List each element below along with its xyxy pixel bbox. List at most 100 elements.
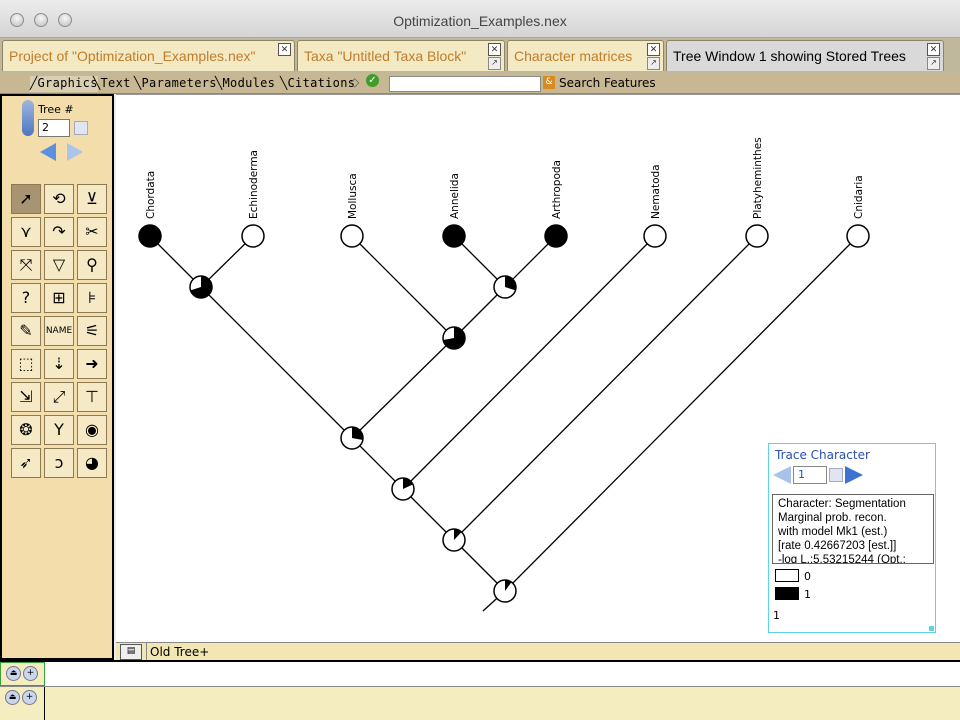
diamond-icon[interactable]: ◇ <box>350 75 359 89</box>
tab-tree-window-label: Tree Window 1 showing Stored Trees <box>673 48 906 64</box>
tip-node-arthropoda[interactable] <box>544 224 568 248</box>
close-icon[interactable]: ✕ <box>278 43 291 56</box>
select-clade-tool-icon[interactable]: ⬚ <box>11 349 41 379</box>
collapse-icon[interactable]: ⏏ <box>5 690 20 705</box>
internal-node[interactable] <box>442 326 466 350</box>
popout-icon[interactable]: ↗ <box>647 57 660 70</box>
interchange-tool-icon[interactable]: ⤧ <box>11 250 41 280</box>
tip-node-mollusca[interactable] <box>340 224 364 248</box>
blue-arrow-tool-icon[interactable]: ➶ <box>11 448 41 478</box>
tab-character-matrices[interactable]: Character matrices ✕ ↗ <box>507 40 664 71</box>
tab-taxa-label: Taxa "Untitled Taxa Block" <box>304 48 467 64</box>
badge-tool-icon[interactable]: ◉ <box>77 415 107 445</box>
internal-node[interactable] <box>493 275 517 299</box>
taxon-label-mollusca[interactable]: Mollusca <box>347 173 359 219</box>
rotate-branch-tool-icon[interactable]: ⟲ <box>44 184 74 214</box>
move-branch-tool-icon[interactable]: ⇣ <box>44 349 74 379</box>
log-controls: ⏏ + <box>0 687 45 720</box>
legend-swatch-0 <box>775 569 799 582</box>
taxon-label-nematoda[interactable]: Nematoda <box>650 164 662 219</box>
trace-tool-icon[interactable]: ↄ <box>44 448 74 478</box>
next-tree-arrow-icon[interactable] <box>67 143 83 161</box>
previous-tree-arrow-icon[interactable] <box>40 143 56 161</box>
tab-project[interactable]: Project of "Optimization_Examples.nex" ✕ <box>2 40 295 71</box>
trace-character-title: Trace Character <box>775 448 870 462</box>
internal-node[interactable] <box>442 528 466 552</box>
reroot-tool-icon[interactable]: ↷ <box>44 217 74 247</box>
legend-label-1: 1 <box>804 588 811 601</box>
tree-number-label: Tree # <box>38 103 74 116</box>
tree-name-label: Old Tree+ <box>150 645 210 659</box>
tree-scroll-handle[interactable] <box>22 100 34 136</box>
character-number-input[interactable]: 1 <box>793 466 827 484</box>
close-icon[interactable]: ✕ <box>647 43 660 56</box>
tip-node-chordata[interactable] <box>138 224 162 248</box>
internal-node[interactable] <box>340 426 364 450</box>
popout-icon[interactable]: ↗ <box>927 57 940 70</box>
subtab-citations[interactable]: ╲Citations <box>280 76 355 92</box>
pointer-tool-icon[interactable]: ➜ <box>77 349 107 379</box>
circle-tree-tool-icon[interactable]: ❂ <box>11 415 41 445</box>
paint-tool-icon[interactable]: ✎ <box>11 316 41 346</box>
search-features-icon[interactable]: & <box>543 76 555 89</box>
module-tab-bar: ╱Graphics ╲Text ╲Parameters ╲Modules ╲Ci… <box>0 74 960 94</box>
internal-node[interactable] <box>391 477 415 501</box>
help-tool-icon[interactable]: ? <box>11 283 41 313</box>
internal-node[interactable] <box>189 275 213 299</box>
tip-nodes <box>138 224 870 248</box>
subtab-modules[interactable]: ╲Modules <box>215 76 275 92</box>
scissors-tool-icon[interactable]: ✂ <box>77 217 107 247</box>
close-icon[interactable]: ✕ <box>488 43 501 56</box>
taxon-label-chordata[interactable]: Chordata <box>145 171 157 219</box>
add-icon[interactable]: + <box>22 690 37 705</box>
next-character-arrow-icon[interactable] <box>845 466 863 484</box>
collapse-icon[interactable]: ⏏ <box>6 666 21 681</box>
collapse-tool-icon[interactable]: ⊻ <box>77 184 107 214</box>
add-icon[interactable]: + <box>23 666 38 681</box>
tab-taxa[interactable]: Taxa "Untitled Taxa Block" ✕ ↗ <box>297 40 505 71</box>
adjust-tool-icon[interactable]: ⚟ <box>77 316 107 346</box>
y-branch-tool-icon[interactable]: Y <box>44 415 74 445</box>
subtab-text[interactable]: ╲Text <box>93 76 131 92</box>
tree-canvas[interactable]: Chordata Echinoderma Mollusca Annelida Arthr… <box>116 94 960 643</box>
taxon-label-annelida[interactable]: Annelida <box>449 173 461 219</box>
internal-node[interactable] <box>493 579 517 603</box>
tip-node-nematoda[interactable] <box>643 224 667 248</box>
taxon-label-echinoderma[interactable]: Echinoderma <box>248 150 260 219</box>
stretch-tool-icon[interactable]: ⤢ <box>44 382 74 412</box>
check-icon[interactable]: ✓ <box>366 74 379 87</box>
tip-node-cnidaria[interactable] <box>846 224 870 248</box>
tree-info-icon[interactable]: ▤ <box>120 644 142 660</box>
taxon-label-arthropoda[interactable]: Arthropoda <box>551 160 563 219</box>
tip-node-annelida[interactable] <box>442 224 466 248</box>
tree-branch-tool-icon[interactable]: ⋎ <box>11 217 41 247</box>
resize-handle[interactable] <box>929 626 934 631</box>
search-features-button[interactable]: Search Features <box>559 76 656 90</box>
previous-character-arrow-icon[interactable] <box>773 466 791 484</box>
branch-length-tool-icon[interactable]: ⊧ <box>77 283 107 313</box>
taxon-label-platyheminthes[interactable]: Platyheminthes <box>752 137 764 219</box>
ruler-tool-icon[interactable]: ⊞ <box>44 283 74 313</box>
window-tab-bar: Project of "Optimization_Examples.nex" ✕… <box>0 38 960 74</box>
tip-node-echinoderma[interactable] <box>241 224 265 248</box>
color-tool-icon[interactable]: ◕ <box>77 448 107 478</box>
tip-node-platyheminthes[interactable] <box>745 224 769 248</box>
character-enter-button[interactable] <box>829 468 843 482</box>
select-taxa-tool-icon[interactable]: ⇲ <box>11 382 41 412</box>
arrow-tool-icon[interactable]: ➚ <box>11 184 41 214</box>
close-icon[interactable]: ✕ <box>927 43 940 56</box>
subtab-parameters[interactable]: ╲Parameters <box>134 76 217 92</box>
name-tool-icon[interactable]: NAME <box>44 316 74 346</box>
measure-tool-icon[interactable]: ⊤ <box>77 382 107 412</box>
magnifier-tool-icon[interactable]: ⚲ <box>77 250 107 280</box>
tree-number-enter-button[interactable] <box>74 121 88 135</box>
search-input[interactable] <box>389 76 541 92</box>
taxon-label-cnidaria[interactable]: Cnidaria <box>853 175 865 219</box>
title-bar: Optimization_Examples.nex <box>0 0 960 38</box>
tree-number-input[interactable]: 2 <box>38 119 70 137</box>
command-line-area[interactable]: ⏏ + <box>0 660 960 686</box>
subtab-graphics[interactable]: ╱Graphics <box>30 76 98 92</box>
popout-icon[interactable]: ↗ <box>488 57 501 70</box>
tab-tree-window[interactable]: Tree Window 1 showing Stored Trees ✕ ↗ <box>666 40 944 71</box>
triangle-tool-icon[interactable]: ▽ <box>44 250 74 280</box>
